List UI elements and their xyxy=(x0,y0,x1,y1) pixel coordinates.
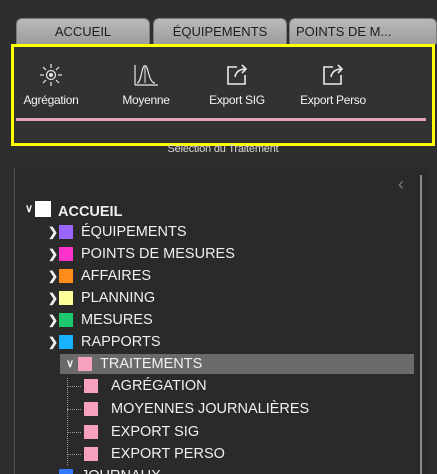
tree-child-export-sig[interactable]: EXPORT SIG xyxy=(0,422,437,442)
tree-label: RAPPORTS xyxy=(81,334,161,350)
chevron-right-icon[interactable]: ❯ xyxy=(46,291,60,305)
tree-label: POINTS DE MESURES xyxy=(81,246,235,262)
selection-underline xyxy=(16,118,426,121)
chevron-right-icon[interactable]: ❯ xyxy=(46,335,60,349)
tree-label: AGRÉGATION xyxy=(111,378,207,394)
color-square-icon xyxy=(84,447,98,461)
tree-item-journaux[interactable]: JOURNAUX xyxy=(0,466,437,474)
color-square-icon xyxy=(35,201,51,217)
chevron-right-icon[interactable]: ❯ xyxy=(46,269,60,283)
color-square-icon xyxy=(59,335,73,349)
color-square-icon xyxy=(59,225,73,239)
tab-equipements[interactable]: ÉQUIPEMENTS xyxy=(153,18,287,44)
treatment-ribbon: Agrégation Moyenne Export SIG Export Per… xyxy=(11,44,435,146)
tree-child-export-perso[interactable]: EXPORT PERSO xyxy=(0,444,437,464)
tree-root-accueil[interactable]: ∨ ACCUEIL xyxy=(0,199,437,220)
tree-label: TRAITEMENTS xyxy=(100,356,203,372)
tree-label: EXPORT SIG xyxy=(111,424,200,440)
color-square-icon xyxy=(59,247,73,261)
tab-accueil[interactable]: ACCUEIL xyxy=(16,18,150,44)
tree-child-moyennes-journalieres[interactable]: MOYENNES JOURNALIÈRES xyxy=(0,399,437,419)
peak-chart-icon xyxy=(134,65,158,86)
color-square-icon xyxy=(59,469,73,474)
tree-item-points-de-mesures[interactable]: ❯ POINTS DE MESURES xyxy=(0,244,437,264)
tree-item-traitements[interactable]: ∨ TRAITEMENTS xyxy=(60,354,414,374)
export-icon xyxy=(227,64,248,85)
chevron-right-icon[interactable]: ❯ xyxy=(46,225,60,239)
tree-item-affaires[interactable]: ❯ AFFAIRES xyxy=(0,266,437,286)
chevron-down-icon[interactable]: ∨ xyxy=(22,202,36,216)
color-square-icon xyxy=(84,402,98,416)
chevron-right-icon[interactable]: ❯ xyxy=(46,247,60,261)
tree-label: PLANNING xyxy=(81,290,156,306)
tree-item-planning[interactable]: ❯ PLANNING xyxy=(0,288,437,308)
export-perso-label: Export Perso xyxy=(300,93,366,107)
chevron-right-icon[interactable]: ❯ xyxy=(46,313,60,327)
color-square-icon xyxy=(78,357,92,371)
ribbon-caption: Sélection du Traitement xyxy=(167,143,279,155)
tree-item-rapports[interactable]: ❯ RAPPORTS xyxy=(0,332,437,352)
tree-label: AFFAIRES xyxy=(81,268,152,284)
tree-label: JOURNAUX xyxy=(81,466,161,474)
color-square-icon xyxy=(84,425,98,439)
moyenne-label: Moyenne xyxy=(122,93,170,107)
tree-child-agregation[interactable]: AGRÉGATION xyxy=(0,376,437,396)
tree-label: MESURES xyxy=(81,312,153,328)
sun-icon xyxy=(40,64,62,86)
color-square-icon xyxy=(59,269,73,283)
collapse-panel-icon[interactable]: ‹ xyxy=(398,175,404,193)
tree-label: EXPORT PERSO xyxy=(111,446,225,462)
tree-label: ACCUEIL xyxy=(58,204,123,220)
tab-points-de-mesures[interactable]: POINTS DE M... xyxy=(289,18,437,44)
color-square-icon xyxy=(84,379,98,393)
color-square-icon xyxy=(59,313,73,327)
chevron-down-icon[interactable]: ∨ xyxy=(63,357,77,371)
export-sig-label: Export SIG xyxy=(209,93,265,107)
export-icon xyxy=(323,64,344,85)
tree-label: MOYENNES JOURNALIÈRES xyxy=(111,401,310,417)
tab-bar: ACCUEIL ÉQUIPEMENTS POINTS DE M... xyxy=(0,0,437,44)
tree-item-equipements[interactable]: ❯ ÉQUIPEMENTS xyxy=(0,222,437,242)
tree-label: ÉQUIPEMENTS xyxy=(81,224,187,240)
color-square-icon xyxy=(59,291,73,305)
agregation-label: Agrégation xyxy=(23,93,79,107)
tree-item-mesures[interactable]: ❯ MESURES xyxy=(0,310,437,330)
